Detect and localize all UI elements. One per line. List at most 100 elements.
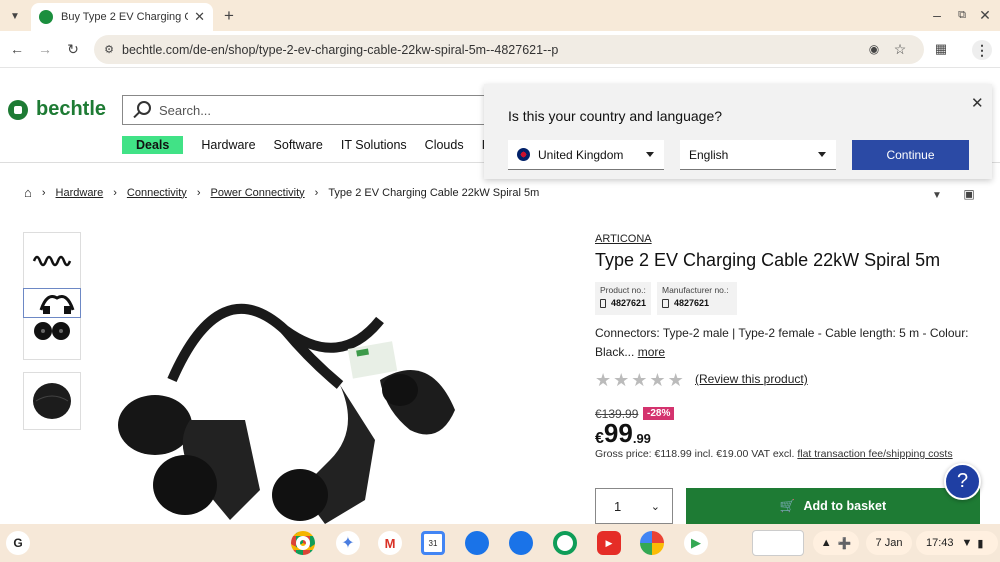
star-icon: ★ [667,370,684,390]
close-tab-icon[interactable]: ✕ [194,9,205,25]
reload-icon[interactable]: ↻ [64,40,82,58]
quantity-select[interactable]: 1 ⌄ [595,488,673,524]
chrome-icon[interactable] [291,531,315,555]
thumbnail-image[interactable] [23,372,81,430]
calendar-icon[interactable]: 31 [421,531,445,555]
product-number-box: Product no.: 4827621 [595,282,651,315]
photos-icon[interactable] [640,531,664,555]
quantity-value: 1 [614,498,622,514]
star-icon: ★ [649,370,666,390]
gross-price-text: Gross price: €118.99 incl. €19.00 VAT ex… [595,448,795,460]
chevron-down-icon[interactable]: ▼ [930,188,944,202]
thumbnail-image[interactable] [23,232,81,290]
back-icon[interactable]: ← [8,40,26,58]
logo-text: bechtle [36,98,107,120]
manufacturer-number-box: Manufacturer no.: 4827621 [657,282,737,315]
help-button[interactable]: ? [944,463,981,500]
breadcrumb-power-connectivity[interactable]: Power Connectivity [210,187,304,199]
launcher-icon[interactable]: G [6,531,30,555]
language-select[interactable]: English [680,140,836,170]
system-tray[interactable]: 17:43 ▼ ▮ [916,531,998,555]
bechtle-favicon-icon [39,10,53,24]
country-select[interactable]: United Kingdom [508,140,664,170]
play-store-icon[interactable]: ▶ [684,531,708,555]
window-preview[interactable] [752,530,804,556]
home-icon[interactable]: ⌂ [24,185,32,200]
main-nav: Deals Hardware Software IT Solutions Clo… [122,136,503,154]
chevron-down-icon: ⌄ [650,500,660,513]
minimize-icon[interactable]: – [928,6,946,24]
gmail-icon[interactable]: M [378,531,402,555]
review-link[interactable]: (Review this product) [695,372,808,386]
thumbnail-image[interactable] [23,288,81,318]
manufacturer-no-text: 4827621 [674,298,710,308]
media-controls[interactable]: ▲ ➕ [813,531,859,555]
continue-button[interactable]: Continue [852,140,969,170]
site-info-icon[interactable]: ⚙ [102,42,116,56]
nav-it-solutions[interactable]: IT Solutions [341,136,407,154]
star-icon: ★ [595,370,612,390]
add-to-basket-label: Add to basket [803,499,887,513]
language-value: English [689,147,729,162]
compare-icon[interactable]: ▣ [960,186,978,202]
breadcrumb-hardware[interactable]: Hardware [56,187,104,199]
nav-hardware[interactable]: Hardware [201,136,255,154]
nav-clouds[interactable]: Clouds [425,136,464,154]
add-to-basket-button[interactable]: 🛒 Add to basket [686,488,980,524]
eye-off-icon[interactable]: ◉ [866,41,882,57]
close-icon[interactable]: ✕ [971,94,984,112]
new-tab-icon[interactable]: + [220,6,238,26]
manufacturer-no-value[interactable]: 4827621 [662,298,732,308]
breadcrumb-connectivity[interactable]: Connectivity [127,187,187,199]
restore-icon[interactable]: ⧉ [953,6,971,24]
product-description: Connectors: Type-2 male | Type-2 female … [595,324,985,362]
manufacturer-no-label: Manufacturer no.: [662,285,729,295]
browser-tab-strip: ▼ Buy Type 2 EV Charging Cable 2 ✕ + – ⧉… [0,0,1000,31]
caret-down-icon [646,152,654,157]
gemini-icon[interactable]: ✦ [336,531,360,555]
product-main-image[interactable] [110,290,470,524]
address-bar[interactable]: ⚙ bechtle.com/de-en/shop/type-2-ev-charg… [94,35,924,64]
image-thumbnails [23,232,81,442]
current-price: € 99 .99 [595,418,651,449]
url-text: bechtle.com/de-en/shop/type-2-ev-chargin… [122,42,559,57]
bechtle-logo-icon [8,99,28,120]
shipping-costs-link[interactable]: flat transaction fee/shipping costs [797,448,952,460]
wifi-icon: ▼ [961,537,973,549]
gross-price: Gross price: €118.99 incl. €19.00 VAT ex… [595,448,953,460]
forward-icon[interactable]: → [36,40,54,58]
bookmark-star-icon[interactable]: ☆ [892,41,908,57]
country-value: United Kingdom [538,147,624,162]
product-title: Type 2 EV Charging Cable 22kW Spiral 5m [595,250,941,270]
caret-down-icon [818,152,826,157]
menu-kebab-icon[interactable]: ⋮ [972,40,992,60]
add-icon[interactable]: ➕ [838,537,852,550]
rating-stars[interactable]: ★ ★ ★ ★ ★ [595,370,684,391]
browser-tab[interactable]: Buy Type 2 EV Charging Cable 2 ✕ [31,3,213,31]
nav-software[interactable]: Software [274,136,323,154]
search-input[interactable]: Search... [122,95,492,125]
star-icon: ★ [613,370,630,390]
chevron-right-icon: › [196,186,201,199]
copy-icon [600,298,606,308]
youtube-icon[interactable]: ▶ [597,531,621,555]
close-window-icon[interactable]: ✕ [976,6,994,24]
chevron-right-icon: › [41,186,46,199]
product-no-value[interactable]: 4827621 [600,298,646,308]
extensions-icon[interactable]: ▦ [932,40,950,58]
bechtle-logo[interactable]: bechtle [8,98,106,121]
messages-icon[interactable] [509,531,533,555]
brand-link[interactable]: ARTICONA [595,233,652,245]
more-link[interactable]: more [638,345,665,359]
date-display[interactable]: 7 Jan [866,531,912,555]
browser-toolbar: ← → ↻ ⚙ bechtle.com/de-en/shop/type-2-ev… [0,31,1000,68]
up-icon[interactable]: ▲ [821,537,832,549]
meet-icon[interactable] [553,531,577,555]
files-icon[interactable] [465,531,489,555]
clock: 17:43 [926,537,954,549]
chevron-right-icon: › [314,186,319,199]
tab-search-chevron-icon[interactable]: ▼ [6,7,24,25]
nav-deals[interactable]: Deals [122,136,184,154]
tab-title: Buy Type 2 EV Charging Cable 2 [61,11,188,23]
price-whole: 99 [603,418,633,448]
